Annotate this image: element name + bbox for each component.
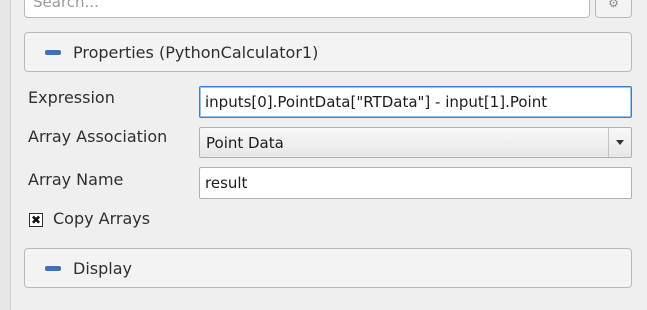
search-input[interactable]: Search... xyxy=(24,0,590,18)
display-section-header[interactable]: Display xyxy=(24,248,632,288)
copy-arrays-label[interactable]: Copy Arrays xyxy=(53,209,150,228)
chevron-down-icon[interactable] xyxy=(608,128,631,157)
array-name-label: Array Name xyxy=(28,170,124,189)
array-association-label: Array Association xyxy=(28,127,168,146)
array-association-value: Point Data xyxy=(206,133,284,152)
expression-field[interactable]: inputs[0].PointData["RTData"] - input[1]… xyxy=(199,86,632,118)
panel-left-border xyxy=(0,0,11,310)
array-name-field[interactable]: result xyxy=(199,167,632,199)
search-options-button[interactable]: ⚙ xyxy=(595,0,632,18)
copy-arrays-checkbox[interactable]: ✖ xyxy=(29,213,43,227)
collapse-minus-icon[interactable] xyxy=(45,265,61,271)
expression-label: Expression xyxy=(28,88,115,107)
array-association-dropdown[interactable]: Point Data xyxy=(199,127,632,158)
properties-section-header[interactable]: Properties (PythonCalculator1) xyxy=(24,32,632,72)
collapse-minus-icon[interactable] xyxy=(45,49,61,55)
properties-section-title: Properties (PythonCalculator1) xyxy=(73,42,319,62)
display-section-title: Display xyxy=(73,258,132,278)
